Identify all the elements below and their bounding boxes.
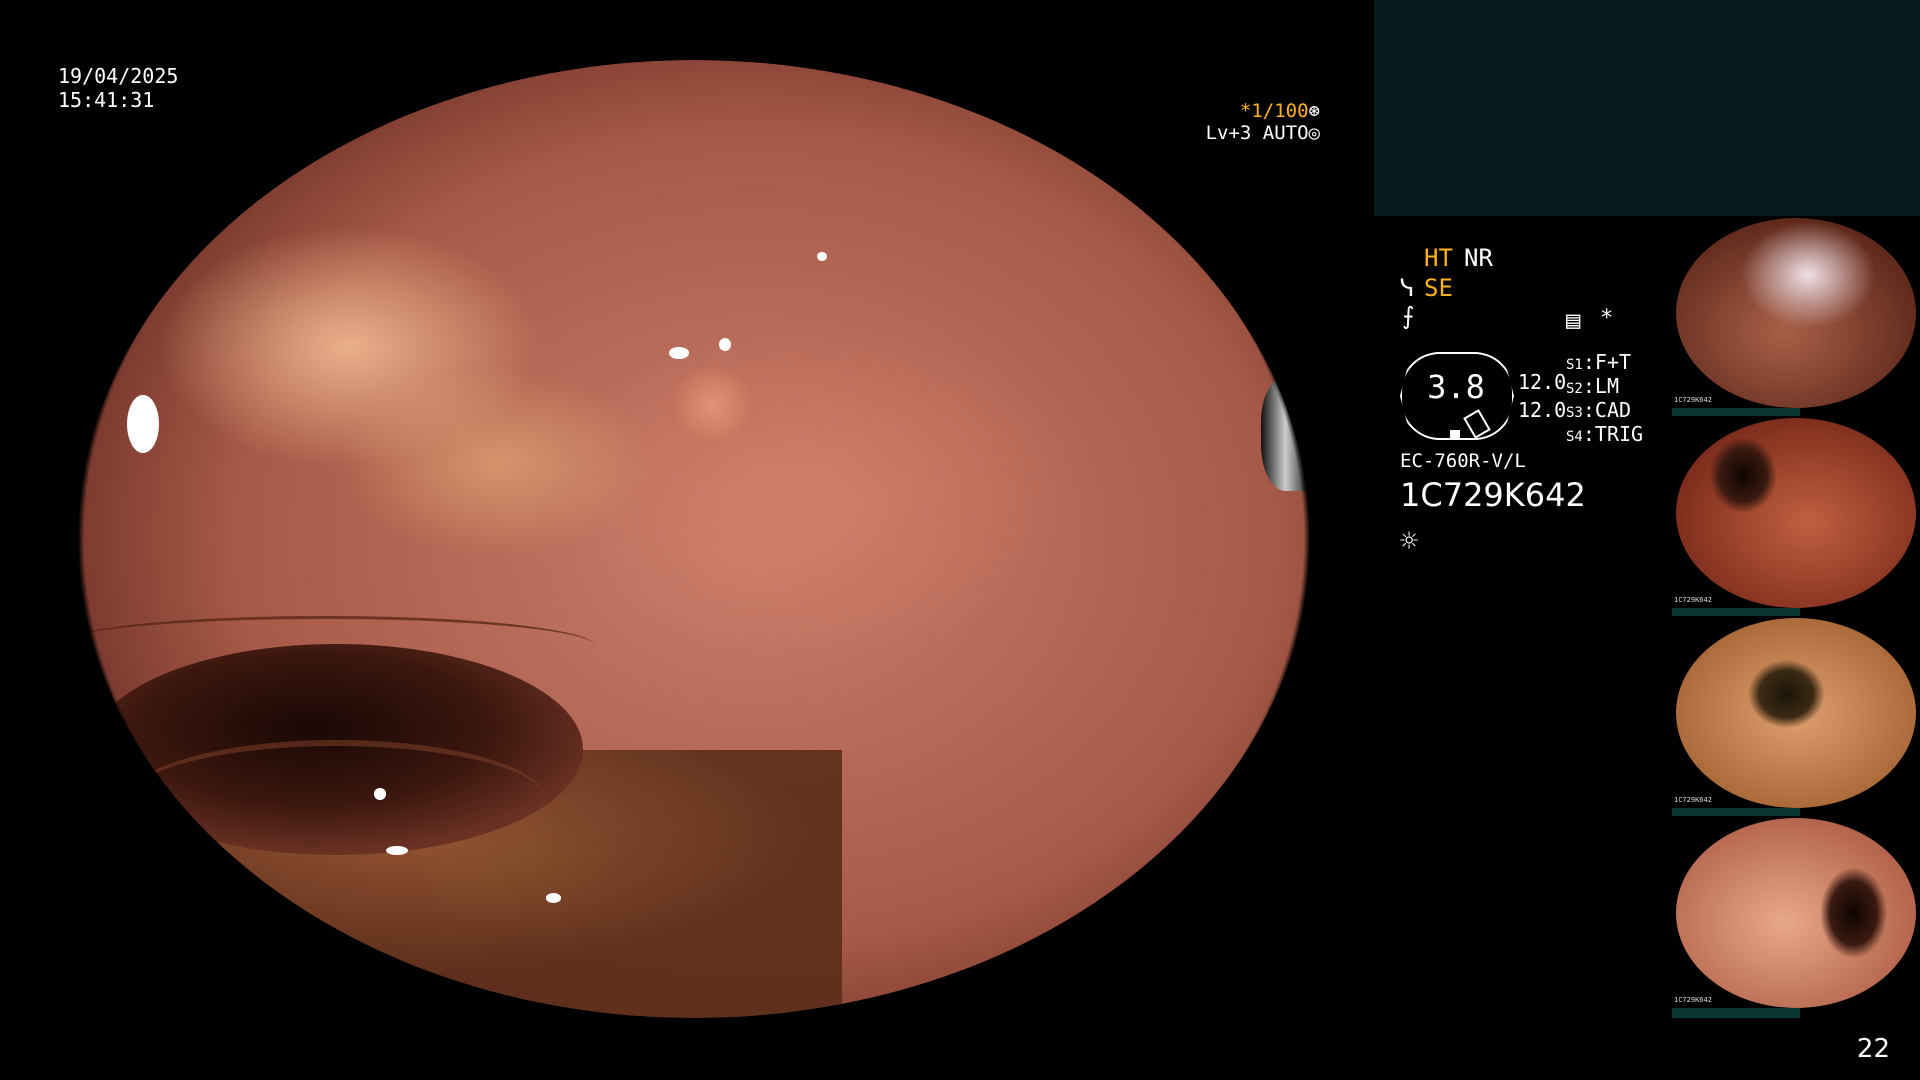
- gauge-marker: [1450, 430, 1460, 438]
- nr-label: NR: [1464, 244, 1493, 272]
- thumbnail[interactable]: 1C729K642: [1672, 416, 1920, 618]
- date-label: 19/04/2025: [58, 64, 179, 88]
- zoom-value: 3.8: [1427, 368, 1485, 406]
- ht-label: HT: [1424, 244, 1453, 272]
- thumbnail-serial: 1C729K642: [1674, 996, 1712, 1004]
- star-marker: *: [1600, 306, 1614, 331]
- shutter-speed: *1/100: [1239, 100, 1309, 122]
- page-number: 22: [1856, 1034, 1890, 1064]
- thumbnail-image: [1676, 218, 1916, 408]
- light-reflection: [669, 347, 690, 359]
- aperture-icon: ⊛: [1308, 100, 1320, 122]
- memory-card-icon: ▤: [1566, 306, 1581, 334]
- switch-s1: S1:F+T: [1566, 350, 1632, 374]
- thumbnail-image: [1676, 618, 1916, 808]
- light-reflection: [817, 251, 828, 262]
- info-panel-background: [1374, 0, 1920, 216]
- color-mode-icon: ⨍: [1402, 302, 1415, 330]
- value-2: 12.0: [1518, 398, 1567, 422]
- thumbnail-bar: [1672, 1008, 1800, 1018]
- thumbnail-serial: 1C729K642: [1674, 796, 1712, 804]
- mucosal-fold: [127, 740, 547, 861]
- thumbnail[interactable]: 1C729K642: [1672, 616, 1920, 818]
- thumbnail[interactable]: 1C729K642: [1672, 816, 1920, 1018]
- structure-enhance-icon: ᓭ: [1400, 274, 1415, 302]
- endoscope-main-view: [78, 60, 1310, 1018]
- light-reflection: [546, 893, 561, 904]
- thumbnail[interactable]: 1C729K642: [1672, 216, 1920, 418]
- date-time: 19/04/2025 15:41:31: [58, 64, 178, 112]
- thumbnail-serial: 1C729K642: [1674, 596, 1712, 604]
- processor-settings: HT NR ᓭ SE ⨍ ▤ * 3.8 12.0 12.0 S1:F+T S2…: [1400, 240, 1670, 580]
- scope-serial: 1C729K642: [1400, 476, 1586, 514]
- switch-s4: S4:TRIG: [1566, 422, 1644, 446]
- switch-s2: S2:LM: [1566, 374, 1619, 398]
- captured-images-strip: 1C729K642 1C729K642 1C729K642 1C729K642: [1672, 216, 1920, 1018]
- instrument-tip: [1260, 376, 1310, 492]
- iris-icon: ◎: [1308, 122, 1320, 144]
- light-level: Lv+3 AUTO: [1205, 122, 1309, 144]
- light-reflection: [386, 845, 409, 856]
- value-1: 12.0: [1518, 370, 1567, 394]
- light-source-icon: ☼: [1400, 524, 1419, 559]
- time-label: 15:41:31: [58, 88, 155, 112]
- scope-model: EC-760R-V/L: [1400, 450, 1526, 472]
- thumbnail-image: [1676, 418, 1916, 608]
- polyp-lesion: [669, 366, 756, 444]
- thumbnail-image: [1676, 818, 1916, 1008]
- thumbnail-serial: 1C729K642: [1674, 396, 1712, 404]
- light-reflection: [718, 337, 731, 352]
- mucosal-fold: [78, 615, 596, 676]
- switch-s3: S3:CAD: [1566, 398, 1632, 422]
- light-reflection: [373, 788, 386, 800]
- light-reflection: [127, 395, 160, 453]
- exposure-info: *1/100⊛ Lv+3 AUTO◎: [1206, 100, 1320, 144]
- se-label: SE: [1424, 274, 1453, 302]
